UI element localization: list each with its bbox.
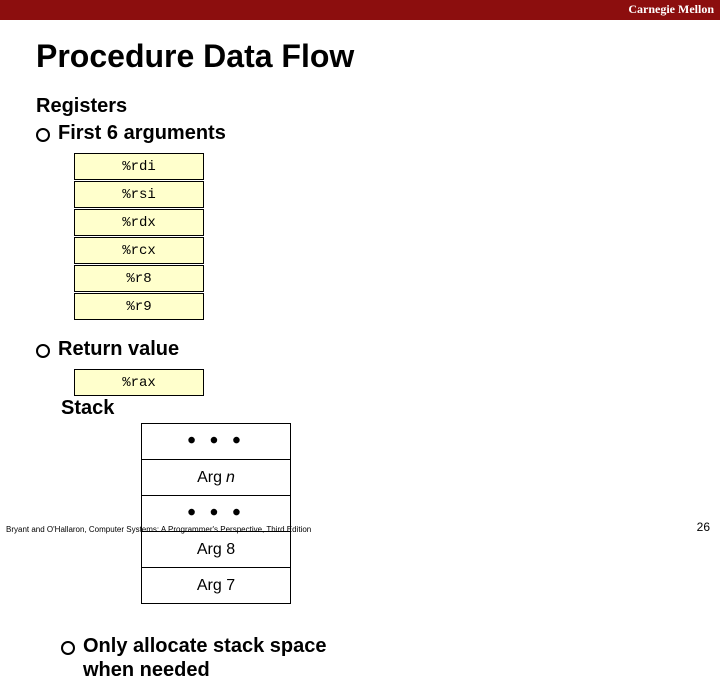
stack-cell-dots-top: • • • [141, 423, 291, 460]
reg-r8: %r8 [74, 265, 204, 292]
note-text: Only allocate stack space when needed [83, 634, 371, 682]
reg-rax: %rax [74, 369, 204, 396]
reg-rcx: %rcx [74, 237, 204, 264]
footer-citation: Bryant and O'Hallaron, Computer Systems:… [6, 525, 311, 534]
dots-icon: • • • [187, 500, 244, 527]
stack-cell-arg7: Arg 7 [141, 567, 291, 604]
note-block: Only allocate stack space when needed [61, 634, 371, 682]
stack-heading: Stack [61, 397, 371, 420]
corner-text: Carnegie Mellon [628, 2, 714, 17]
page-number: 26 [697, 520, 710, 534]
reg-rdx: %rdx [74, 209, 204, 236]
bullet-return: Return value [36, 338, 346, 361]
registers-heading: Registers [36, 95, 346, 118]
argn-prefix: Arg [197, 469, 222, 487]
right-column: Stack • • • Arg n • • • Arg 8 Arg 7 Only… [61, 397, 371, 690]
reg-r9: %r9 [74, 293, 204, 320]
left-column: Registers First 6 arguments %rdi %rsi %r… [36, 95, 346, 397]
dots-icon: • • • [187, 428, 244, 455]
top-bar: Carnegie Mellon [0, 0, 720, 20]
stack-diagram: • • • Arg n • • • Arg 8 Arg 7 [141, 423, 371, 604]
reg-rdi: %rdi [74, 153, 204, 180]
return-block: Return value %rax [36, 338, 346, 396]
reg-rsi: %rsi [74, 181, 204, 208]
slide-title: Procedure Data Flow [0, 20, 720, 75]
bullet-first6-label: First 6 arguments [58, 122, 226, 145]
bullet-first6: First 6 arguments [36, 122, 346, 145]
bullet-return-label: Return value [58, 338, 179, 361]
bullet-icon [36, 344, 50, 358]
bullet-icon [61, 641, 75, 655]
stack-cell-arg8: Arg 8 [141, 531, 291, 568]
argn-n: n [226, 469, 235, 487]
bullet-icon [36, 128, 50, 142]
return-reg-list: %rax [74, 369, 346, 396]
register-list: %rdi %rsi %rdx %rcx %r8 %r9 [74, 153, 346, 320]
bullet-note: Only allocate stack space when needed [61, 634, 371, 682]
content-area: Registers First 6 arguments %rdi %rsi %r… [0, 75, 720, 690]
stack-cell-argn: Arg n [141, 459, 291, 496]
